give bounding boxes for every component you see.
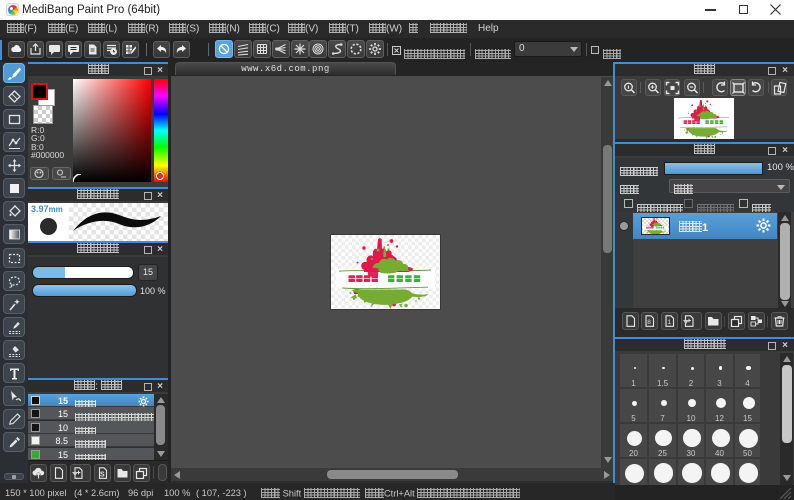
svg-text:8: 8 bbox=[647, 319, 651, 326]
svg-text:1: 1 bbox=[668, 319, 672, 326]
svg-text:S: S bbox=[100, 472, 105, 479]
